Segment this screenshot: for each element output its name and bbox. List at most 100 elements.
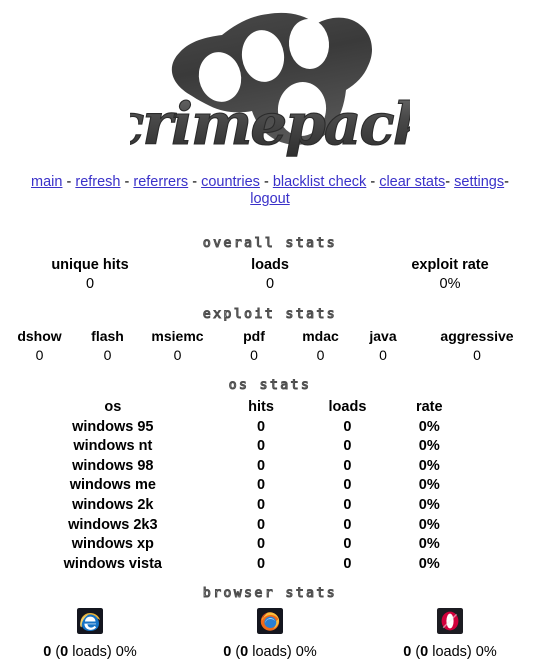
os-rate: 0%	[418, 496, 440, 513]
browser-hits: 0	[403, 644, 412, 661]
browser-hits: 0	[223, 644, 232, 661]
table-row: windows xp 0 0 0%	[10, 535, 470, 555]
exploit-stats-value-flash: 0	[103, 347, 112, 363]
exploit-stats-heading: exploit stats	[0, 305, 540, 323]
nav-link-settings[interactable]: settings	[454, 174, 504, 190]
exploit-stats-table: dshow flash msiemc pdf mdac java aggress…	[0, 327, 540, 365]
os-stats-heading: os stats	[0, 376, 540, 394]
nav-separator: -	[188, 174, 202, 190]
os-rate: 0%	[418, 457, 440, 474]
exploit-stats-value-pdf: 0	[250, 347, 258, 363]
os-loads: 0	[343, 496, 352, 513]
nav-separator: -	[366, 174, 380, 190]
browser-stat-line-firefox: 0 (0 loads) 0%	[223, 644, 317, 661]
os-stats-table: os hits loads rate windows 95 0 0 0% win…	[10, 398, 470, 574]
nav-link-logout[interactable]: logout	[250, 191, 290, 207]
os-loads: 0	[343, 457, 352, 474]
browser-loads-suffix: loads)	[248, 644, 296, 661]
stencil-heading-exploit-stats: exploit stats	[202, 307, 337, 322]
os-name: windows 98	[72, 457, 154, 474]
os-loads: 0	[343, 536, 352, 553]
os-stats-header-hits: hits	[248, 399, 274, 415]
browser-stat-opera: 0 (0 loads) 0%	[360, 608, 540, 661]
exploit-stats-header-aggressive: aggressive	[440, 328, 514, 344]
main-navigation: main - refresh - referrers - countries -…	[0, 168, 540, 208]
os-rate: 0%	[418, 438, 440, 455]
os-stats-heading-text: os stats	[229, 378, 312, 392]
os-hits: 0	[256, 457, 266, 474]
table-row: windows vista 0 0 0%	[10, 555, 470, 575]
nav-separator: -	[504, 174, 509, 190]
browser-stat-internet-explorer: 0 (0 loads) 0%	[0, 608, 180, 661]
exploit-stats-value-java: 0	[379, 347, 387, 363]
browser-rate: 0%	[475, 644, 497, 661]
os-rate: 0%	[418, 418, 440, 435]
browser-stat-line-opera: 0 (0 loads) 0%	[403, 644, 497, 661]
opera-icon	[437, 608, 463, 635]
stencil-heading-overall-stats: overall stats	[202, 236, 337, 251]
os-hits: 0	[256, 496, 266, 513]
brass-knuckles-logo: crimepack	[130, 12, 410, 159]
exploit-stats-header-msiemc: msiemc	[151, 328, 204, 344]
browser-loads-suffix: loads)	[428, 644, 476, 661]
os-loads: 0	[343, 477, 352, 494]
os-loads: 0	[343, 555, 352, 572]
overall-stats-header-loads: loads	[251, 257, 289, 273]
overall-stats-heading-text: overall stats	[203, 236, 337, 250]
browser-stat-line-internet-explorer: 0 (0 loads) 0%	[43, 644, 137, 661]
os-stats-header-rate: rate	[415, 399, 443, 415]
os-loads: 0	[343, 418, 352, 435]
os-stats-header-row: os hits loads rate	[10, 398, 470, 418]
os-rate: 0%	[418, 555, 440, 572]
table-row: windows nt 0 0 0%	[10, 437, 470, 457]
browser-stat-firefox: 0 (0 loads) 0%	[180, 608, 360, 661]
exploit-stats-header-flash: flash	[91, 328, 124, 344]
overall-stats-table: unique hits loads exploit rate 0 0 0%	[0, 256, 540, 294]
os-hits: 0	[256, 438, 266, 455]
table-row: windows me 0 0 0%	[10, 476, 470, 496]
nav-link-blacklist-check[interactable]: blacklist check	[273, 174, 366, 190]
nav-separator: -	[259, 174, 273, 190]
exploit-stats-header-mdac: mdac	[302, 328, 339, 344]
overall-stats-heading: overall stats	[0, 234, 540, 252]
stencil-heading-browser-stats: browser stats	[202, 585, 337, 600]
os-name: windows xp	[71, 536, 154, 553]
os-hits: 0	[256, 516, 266, 533]
exploit-stats-value-aggressive: 0	[473, 347, 481, 363]
os-name: windows 2k	[72, 496, 154, 513]
browser-stats-heading: browser stats	[0, 583, 540, 601]
browser-stats-table: 0 (0 loads) 0% 0 (0 loads) 0% 0 (0 loads…	[0, 608, 540, 661]
exploit-stats-value-dshow: 0	[35, 347, 44, 363]
os-hits: 0	[256, 536, 266, 553]
exploit-stats-heading-text: exploit stats	[203, 307, 337, 321]
table-row: windows 98 0 0 0%	[10, 457, 470, 477]
browser-rate: 0%	[295, 644, 317, 661]
os-name: windows 2k3	[68, 516, 158, 533]
internet-explorer-icon	[77, 608, 103, 635]
os-name: windows vista	[63, 555, 162, 572]
site-logo: crimepack	[0, 0, 540, 168]
exploit-stats-value-mdac: 0	[316, 347, 325, 363]
os-name: windows nt	[73, 438, 153, 455]
os-loads: 0	[343, 438, 352, 455]
overall-stats-header-exploit-rate: exploit rate	[411, 257, 489, 273]
os-rate: 0%	[418, 477, 440, 494]
overall-stats-value-loads: 0	[265, 276, 275, 292]
nav-link-main[interactable]: main	[31, 174, 62, 190]
os-stats-header-os: os	[104, 399, 122, 415]
nav-separator: -	[62, 174, 76, 190]
os-stats-header-loads: loads	[328, 399, 367, 415]
exploit-stats-header-java: java	[369, 328, 397, 344]
nav-link-refresh[interactable]: refresh	[75, 174, 120, 190]
nav-link-clear-stats[interactable]: clear stats	[379, 174, 445, 190]
os-loads: 0	[343, 516, 352, 533]
exploit-stats-header-dshow: dshow	[17, 328, 62, 344]
browser-stats-heading-text: browser stats	[203, 586, 337, 600]
nav-link-countries[interactable]: countries	[201, 174, 260, 190]
os-rate: 0%	[418, 536, 440, 553]
nav-link-referrers[interactable]: referrers	[133, 174, 188, 190]
os-hits: 0	[256, 418, 266, 435]
browser-hits: 0	[43, 644, 52, 661]
os-hits: 0	[256, 477, 266, 494]
table-row: windows 95 0 0 0%	[10, 418, 470, 438]
